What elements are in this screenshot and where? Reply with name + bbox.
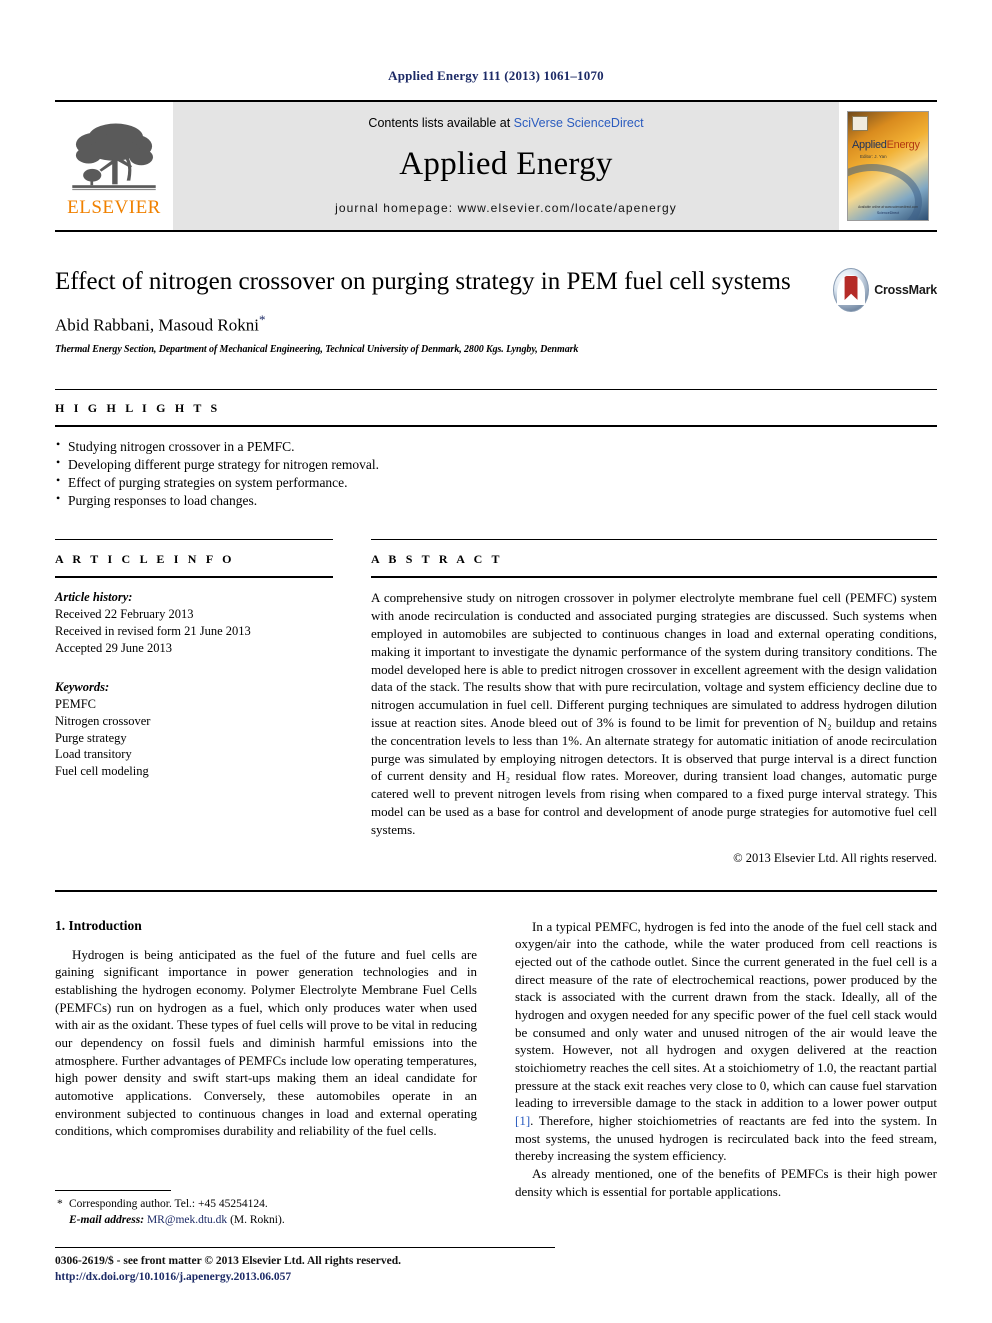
elsevier-tree-icon <box>72 123 156 191</box>
keywords-label: Keywords: <box>55 679 110 694</box>
author-list: Abid Rabbani, Masoud Rokni* <box>55 312 827 336</box>
intro-paragraph-right-2: As already mentioned, one of the benefit… <box>515 1165 937 1199</box>
keyword-item: Purge strategy <box>55 730 127 745</box>
info-abstract-section: A R T I C L E I N F O Article history: R… <box>55 539 937 865</box>
footer-doi-link[interactable]: http://dx.doi.org/10.1016/j.apenergy.201… <box>55 1269 555 1285</box>
corresponding-author-footnote: * Corresponding author. Tel.: +45 452541… <box>55 1189 473 1228</box>
article-info-column: A R T I C L E I N F O Article history: R… <box>55 539 333 865</box>
page-footer: 0306-2619/$ - see front matter © 2013 El… <box>55 1246 555 1285</box>
page-title: Effect of nitrogen crossover on purging … <box>55 268 791 295</box>
cover-subtitle: Editor: J. Yan <box>860 154 887 159</box>
article-info-divider <box>55 576 333 579</box>
keyword-item: Load transitory <box>55 747 132 762</box>
intro-right-text-before-ref: In a typical PEMFC, hydrogen is fed into… <box>515 918 937 1111</box>
cover-title-main: Applied <box>852 139 887 151</box>
list-item: Studying nitrogen crossover in a PEMFC. <box>55 437 937 456</box>
article-info-heading: A R T I C L E I N F O <box>55 552 235 567</box>
intro-paragraph-left: Hydrogen is being anticipated as the fue… <box>55 946 477 1139</box>
abstract-top-rule <box>371 539 937 541</box>
article-history-block: Article history: Received 22 February 20… <box>55 589 333 657</box>
journal-title: Applied Energy <box>399 145 613 182</box>
list-item: Effect of purging strategies on system p… <box>55 473 937 492</box>
crossmark-inner-shape <box>837 275 866 305</box>
keywords-block: Keywords: PEMFC Nitrogen crossover Purge… <box>55 679 333 780</box>
highlights-divider <box>55 425 937 428</box>
crossmark-icon <box>833 268 870 312</box>
article-history-received: Received 22 February 2013 <box>55 607 194 622</box>
corresponding-author-marker: * <box>259 311 266 327</box>
crossmark-ribbon-icon <box>844 276 858 300</box>
paper-page: Applied Energy 111 (2013) 1061–1070 ELSE… <box>0 0 992 1323</box>
highlights-list: Studying nitrogen crossover in a PEMFC. … <box>55 437 937 510</box>
author-names: Abid Rabbani, Masoud Rokni <box>55 315 259 335</box>
abstract-copyright: © 2013 Elsevier Ltd. All rights reserved… <box>733 850 937 865</box>
section-heading-introduction: 1. Introduction <box>55 917 142 933</box>
highlights-heading: H I G H L I G H T S <box>55 401 221 416</box>
sciencedirect-link[interactable]: SciVerse ScienceDirect <box>514 116 644 130</box>
running-head: Applied Energy 111 (2013) 1061–1070 <box>388 68 604 83</box>
crossmark-label: CrossMark <box>874 283 937 297</box>
body-top-rule <box>55 889 937 892</box>
article-history-accepted: Accepted 29 June 2013 <box>55 641 172 656</box>
footnote-email-label: E-mail address: <box>69 1213 145 1226</box>
journal-homepage-link[interactable]: journal homepage: www.elsevier.com/locat… <box>335 201 677 215</box>
abstract-heading: A B S T R A C T <box>371 552 503 567</box>
intro-paragraph-right-1: In a typical PEMFC, hydrogen is fed into… <box>515 918 937 1165</box>
keyword-item: PEMFC <box>55 696 96 711</box>
list-item: Purging responses to load changes. <box>55 491 937 510</box>
keyword-item: Fuel cell modeling <box>55 764 149 779</box>
footnote-email-line: E-mail address: MR@mek.dtu.dk (M. Rokni)… <box>55 1212 473 1228</box>
journal-cover-thumbnail: AppliedEnergy Editor: J. Yan Available o… <box>839 102 937 230</box>
article-history-label: Article history: <box>55 590 133 605</box>
crossmark-badge[interactable]: CrossMark <box>833 268 937 312</box>
footnote-email-link[interactable]: MR@mek.dtu.dk <box>147 1214 227 1226</box>
reference-link-1[interactable]: [1] <box>515 1113 530 1128</box>
affiliation: Thermal Energy Section, Department of Me… <box>55 344 579 356</box>
journal-cover-image: AppliedEnergy Editor: J. Yan Available o… <box>847 111 929 221</box>
masthead-center: Contents lists available at SciVerse Sci… <box>173 102 839 230</box>
footer-rule <box>55 1246 555 1248</box>
contents-available-line: Contents lists available at SciVerse Sci… <box>368 116 643 130</box>
cover-footer-top: Available online at www.sciencedirect.co… <box>858 205 918 209</box>
article-info-top-rule <box>55 539 333 541</box>
cover-title: AppliedEnergy <box>852 139 920 151</box>
footnote-corresponding-text: Corresponding author. Tel.: +45 45254124… <box>69 1197 268 1210</box>
footnote-star-marker: * <box>57 1197 63 1210</box>
elsevier-wordmark: ELSEVIER <box>67 197 161 218</box>
footnote-corresponding-line: * Corresponding author. Tel.: +45 452541… <box>55 1196 473 1212</box>
journal-masthead: ELSEVIER Contents lists available at Sci… <box>55 100 937 232</box>
cover-footer-bottom: ScienceDirect <box>876 211 900 215</box>
highlights-top-rule <box>55 389 937 391</box>
contents-prefix: Contents lists available at <box>368 115 514 130</box>
intro-right-text-after-ref: . Therefore, higher stoichiometries of r… <box>515 1112 937 1164</box>
keyword-item: Nitrogen crossover <box>55 713 151 728</box>
abstract-divider <box>371 576 937 579</box>
body-columns: 1. Introduction Hydrogen is being antici… <box>55 918 937 1201</box>
footnote-rule <box>55 1189 171 1191</box>
highlights-section: H I G H L I G H T S Studying nitrogen cr… <box>55 389 937 509</box>
abstract-column: A B S T R A C T A comprehensive study on… <box>371 539 937 865</box>
cover-publisher-badge <box>852 116 868 131</box>
article-title-block: Effect of nitrogen crossover on purging … <box>55 268 937 355</box>
footnote-email-suffix: (M. Rokni). <box>230 1213 285 1226</box>
abstract-text: A comprehensive study on nitrogen crosso… <box>371 590 937 837</box>
article-history-revised: Received in revised form 21 June 2013 <box>55 624 251 639</box>
body-column-left: 1. Introduction Hydrogen is being antici… <box>55 918 477 1201</box>
body-column-right: In a typical PEMFC, hydrogen is fed into… <box>515 918 937 1201</box>
footer-front-matter: 0306-2619/$ - see front matter © 2013 El… <box>55 1254 401 1267</box>
cover-title-accent: Energy <box>886 139 920 151</box>
list-item: Developing different purge strategy for … <box>55 455 937 474</box>
elsevier-logo: ELSEVIER <box>55 102 173 230</box>
